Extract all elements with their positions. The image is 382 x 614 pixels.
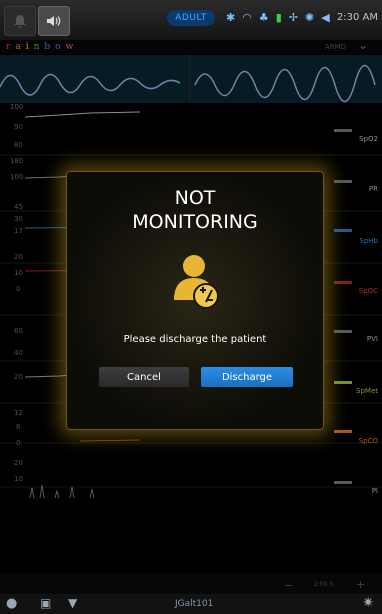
dialog-title: NOT MONITORING bbox=[67, 186, 323, 234]
clock-time: 2:30 AM bbox=[336, 12, 378, 23]
discharge-button[interactable]: Discharge bbox=[201, 367, 293, 387]
dialog-title-line1: NOT bbox=[174, 187, 216, 209]
battery-icon: ▮ bbox=[275, 11, 282, 24]
export-icon[interactable]: ▣ bbox=[40, 596, 51, 610]
bluetooth-icon: ✱ bbox=[226, 11, 236, 24]
audio-button[interactable] bbox=[38, 6, 70, 36]
status-icons: ✱ ◠ ♣ ▮ ✢ ✺ ◀ bbox=[226, 11, 330, 24]
network-icon: ♣ bbox=[258, 11, 269, 24]
cancel-button[interactable]: Cancel bbox=[99, 367, 189, 387]
patient-icon[interactable]: ● bbox=[6, 596, 17, 611]
bell-icon bbox=[14, 15, 26, 28]
dialog-title-line2: MONITORING bbox=[132, 211, 258, 233]
device-name: JGalt101 bbox=[175, 599, 214, 609]
discharge-patient-icon bbox=[174, 255, 219, 309]
wireless-icon: ✢ bbox=[288, 11, 298, 24]
bottom-toolbar: ● ▣ ▼ JGalt101 ✷ bbox=[0, 594, 382, 614]
wifi-icon: ◠ bbox=[242, 11, 252, 24]
not-monitoring-dialog: NOT MONITORING Please discharge the pati… bbox=[66, 171, 324, 430]
speaker-icon bbox=[47, 16, 61, 26]
alarm-bell-button[interactable] bbox=[4, 6, 36, 36]
filter-icon[interactable]: ▼ bbox=[68, 596, 77, 610]
sensor-icon: ✺ bbox=[304, 11, 315, 24]
status-bar: ADULT ✱ ◠ ♣ ▮ ✢ ✺ ◀ 2:30 AM bbox=[0, 0, 382, 40]
dialog-message: Please discharge the patient bbox=[123, 334, 267, 345]
volume-icon: ◀ bbox=[321, 11, 330, 24]
gear-icon[interactable]: ✷ bbox=[362, 595, 374, 611]
patient-mode-badge[interactable]: ADULT bbox=[167, 10, 215, 26]
